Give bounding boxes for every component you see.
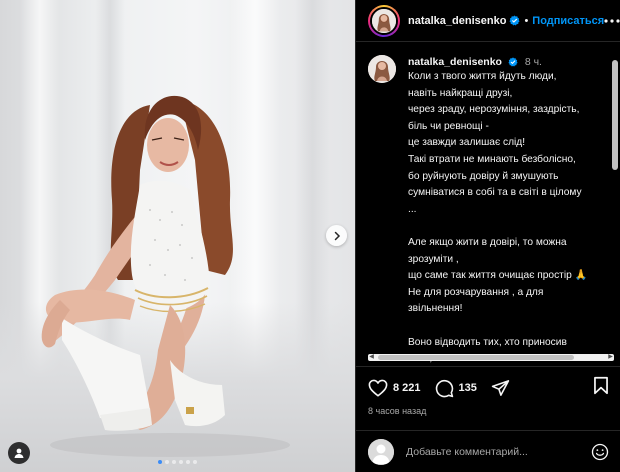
carousel-dot[interactable] xyxy=(193,460,197,464)
chevron-right-icon xyxy=(334,231,340,240)
post-media[interactable] xyxy=(0,0,355,472)
carousel-dot[interactable] xyxy=(172,460,176,464)
save-button[interactable] xyxy=(593,376,609,400)
caption-line: зрозуміти , xyxy=(408,253,459,265)
vertical-scrollbar[interactable] xyxy=(612,58,618,350)
verified-badge-icon xyxy=(509,15,520,26)
caption-line: біль чи ревнощі - xyxy=(408,120,489,132)
next-slide-button[interactable] xyxy=(326,225,347,246)
horizontal-scrollbar[interactable]: ◀ ▶ xyxy=(368,354,614,361)
caption-body: natalka_denisenko 8 ч. Коли з твого житт… xyxy=(408,55,608,363)
current-user-avatar[interactable] xyxy=(368,438,394,465)
avatar xyxy=(370,6,398,35)
carousel-dot[interactable] xyxy=(186,460,190,464)
caption-line: бо руйнують довіру й змушують xyxy=(408,170,559,182)
paper-plane-icon xyxy=(491,380,510,396)
bookmark-icon xyxy=(594,376,608,395)
post-time-ago: 8 часов назад xyxy=(368,406,427,416)
carousel-dot[interactable] xyxy=(179,460,183,464)
comment-count[interactable]: 135 xyxy=(459,382,477,394)
carousel-dots xyxy=(0,460,355,464)
more-options-icon xyxy=(604,18,620,23)
caption-time: 8 ч. xyxy=(524,56,542,68)
tagged-people-button[interactable] xyxy=(8,442,30,464)
heart-icon xyxy=(368,379,388,397)
like-count[interactable]: 8 221 xyxy=(393,382,421,394)
comment-bubble-icon xyxy=(435,379,453,397)
avatar xyxy=(368,55,396,83)
author-username[interactable]: natalka_denisenko xyxy=(408,15,506,27)
caption-line: Але якщо жити в довірі, то можна xyxy=(408,236,567,248)
caption-line: Коли з твого життя йдуть люди, xyxy=(408,71,557,82)
caption-line xyxy=(408,218,608,235)
caption-line: звільнення! xyxy=(408,303,463,315)
caption-line: сумніватися в собі та в світі в цілому xyxy=(408,187,582,199)
caption: natalka_denisenko 8 ч. Коли з твого житт… xyxy=(356,43,620,363)
emoji-button[interactable] xyxy=(591,443,609,461)
emoji-smile-icon xyxy=(591,443,609,460)
post-header: natalka_denisenko • Подписаться xyxy=(356,0,620,42)
comment-button[interactable]: 135 xyxy=(435,379,477,398)
post-info-panel: natalka_denisenko • Подписаться natalka_… xyxy=(355,0,620,472)
caption-line: Такі втрати не минають безболісно, xyxy=(408,153,576,165)
caption-line: навіть найкращі друзі, xyxy=(408,87,513,99)
caption-text: Коли з твого життя йдуть люди, навіть най… xyxy=(408,69,608,363)
author-avatar-ring[interactable] xyxy=(368,4,400,37)
caption-line: ... xyxy=(408,203,417,215)
carousel-dot[interactable] xyxy=(158,460,162,464)
caption-header: natalka_denisenko 8 ч. xyxy=(408,55,608,69)
header-separator: • xyxy=(524,14,529,27)
avatar xyxy=(368,438,394,465)
caption-line xyxy=(408,318,608,335)
carousel-dot[interactable] xyxy=(165,460,169,464)
share-button[interactable] xyxy=(491,379,510,397)
more-options-button[interactable] xyxy=(604,18,620,23)
caption-line: Не для розчарування , а для xyxy=(408,286,544,298)
follow-button[interactable]: Подписаться xyxy=(532,15,604,27)
caption-line: через зраду, нерозуміння, заздрість, xyxy=(408,104,580,116)
caption-line: це завжди залишає слід! xyxy=(408,137,526,149)
person-tag-icon xyxy=(14,448,24,458)
like-button[interactable]: 8 221 xyxy=(368,379,421,397)
caption-line: що саме так життя очищає простір 🙏 xyxy=(408,270,588,282)
add-comment-bar xyxy=(356,430,620,472)
model-figure xyxy=(41,95,290,457)
post-actions: 8 221 135 8 часов назад xyxy=(356,366,620,416)
caption-avatar[interactable] xyxy=(368,55,396,83)
caption-scroll-area[interactable]: natalka_denisenko 8 ч. Коли з твого житт… xyxy=(356,43,620,363)
verified-badge-icon xyxy=(508,57,518,67)
comment-input[interactable] xyxy=(406,445,591,458)
caption-username[interactable]: natalka_denisenko xyxy=(408,56,502,68)
caption-line: Воно відводить тих, хто приносив xyxy=(408,336,567,348)
